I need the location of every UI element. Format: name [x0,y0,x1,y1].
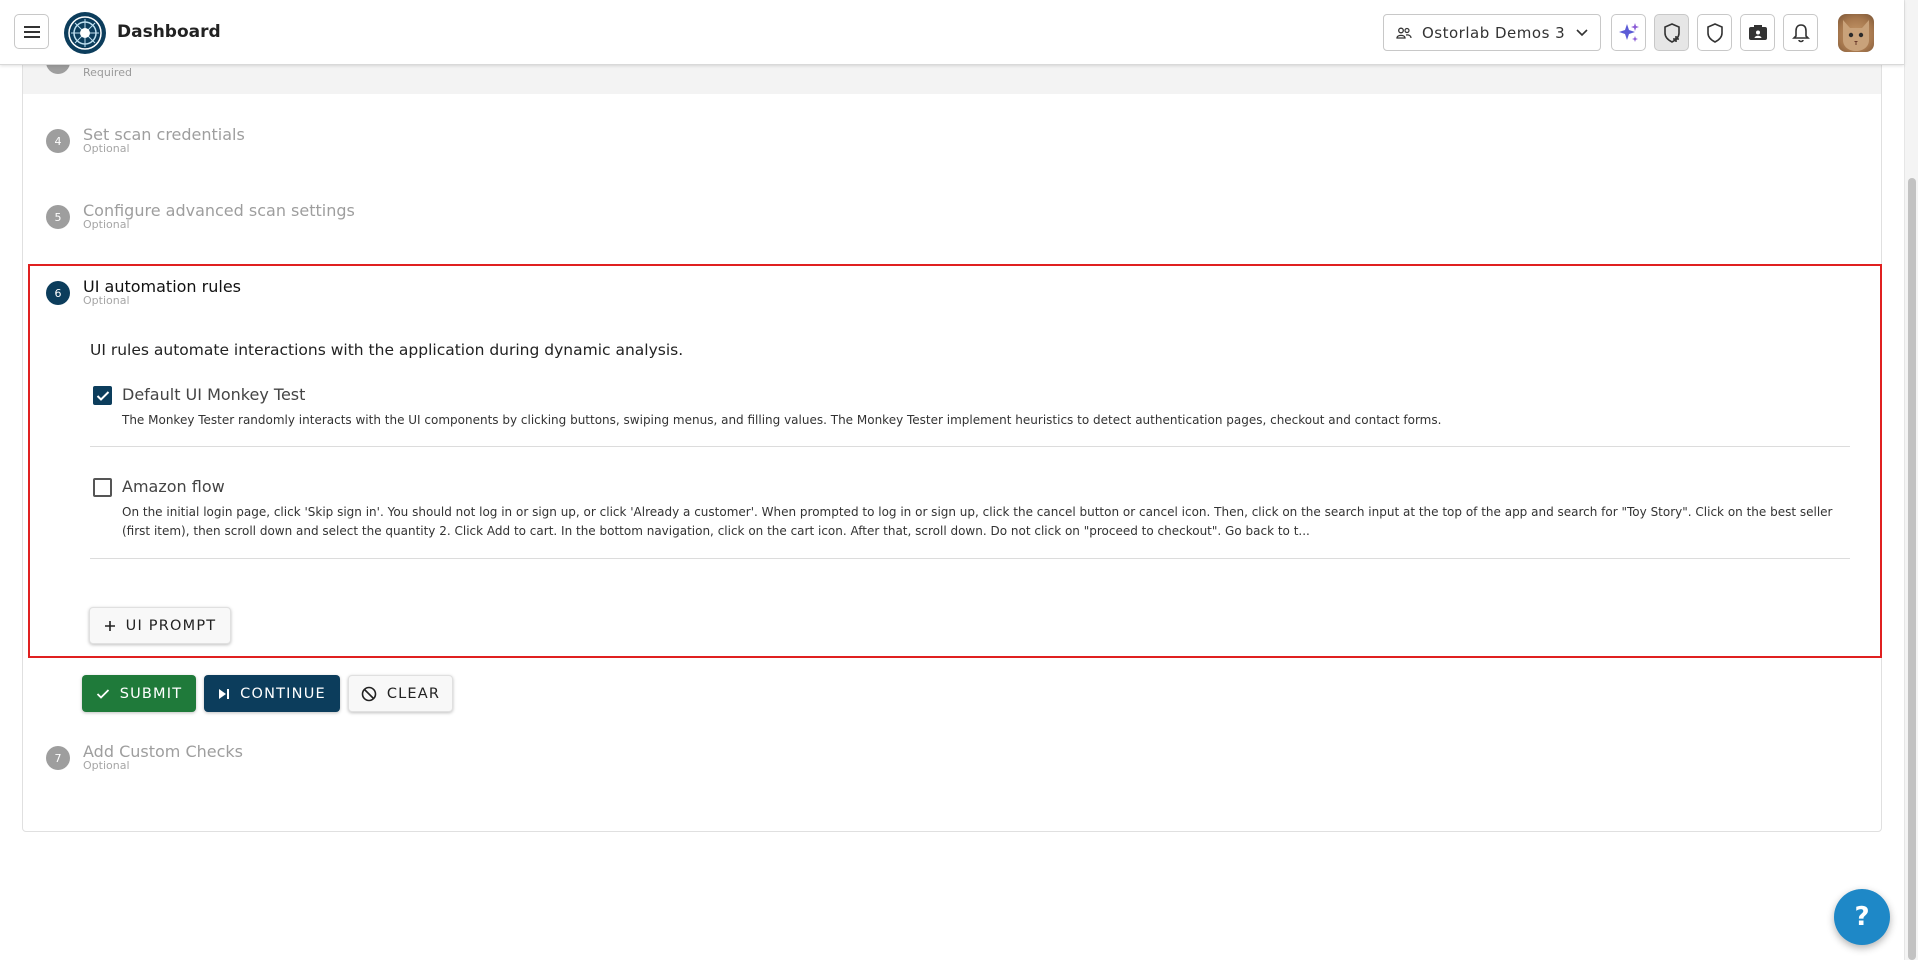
sparkle-icon [1618,22,1639,42]
rule-description: On the initial login page, click 'Skip s… [122,505,1833,538]
logo-icon[interactable] [64,12,106,54]
block-icon [361,686,377,702]
step-number-badge: 7 [46,746,70,770]
step-subtitle: Optional [83,218,130,231]
continue-button[interactable]: CONTINUE [204,675,340,712]
id-card-icon [1748,24,1767,40]
ai-assistant-button[interactable] [1611,14,1646,51]
clear-label: CLEAR [386,685,441,702]
avatar[interactable] [1838,14,1874,52]
check-icon [96,688,110,700]
submit-button[interactable]: SUBMIT [82,675,196,712]
step-number-badge: 4 [46,129,70,153]
menu-button[interactable] [14,14,49,49]
app-title: Dashboard [117,22,221,42]
default-monkey-test-checkbox[interactable] [93,386,112,405]
step-number-badge: 6 [46,281,70,305]
chevron-down-icon [1576,28,1588,37]
amazon-flow-checkbox[interactable] [93,478,112,497]
submit-label: SUBMIT [119,685,183,702]
shield-add-icon [1663,22,1680,43]
rule-title[interactable]: Default UI Monkey Test [122,385,305,404]
shield-icon [1706,22,1723,43]
account-card-button[interactable] [1740,14,1775,51]
step-subtitle: Required [83,66,132,79]
plus-icon [104,620,116,632]
ui-rules-description: UI rules automate interactions with the … [90,341,684,359]
help-button[interactable]: ? [1834,889,1890,945]
rule-title[interactable]: Amazon flow [122,477,225,496]
vertical-scrollbar[interactable] [1904,0,1918,960]
step-subtitle: Optional [83,294,130,307]
continue-label: CONTINUE [240,685,326,702]
new-scan-button[interactable] [1654,14,1689,51]
bell-icon [1791,23,1810,42]
divider [90,446,1850,447]
ui-automation-rules-section [28,264,1882,658]
organization-name: Ostorlab Demos 3 [1422,23,1566,42]
add-ui-prompt-label: UI PROMPT [125,617,217,634]
menu-icon [23,25,40,38]
skip-next-icon [218,688,230,700]
step-subtitle: Optional [83,759,130,772]
clear-button[interactable]: CLEAR [348,675,453,712]
rule-description: The Monkey Tester randomly interacts wit… [122,413,1442,427]
add-ui-prompt-button[interactable]: UI PROMPT [89,607,231,644]
scrollbar-thumb[interactable] [1908,178,1916,960]
top-app-bar: Dashboard Ostorlab Demos 3 [0,0,1904,65]
help-icon: ? [1854,902,1870,932]
step-number-badge: 5 [46,205,70,229]
group-icon [1396,27,1412,39]
notifications-button[interactable] [1783,14,1818,51]
check-icon [96,390,109,401]
divider [90,558,1850,559]
security-button[interactable] [1697,14,1732,51]
organization-select[interactable]: Ostorlab Demos 3 [1383,14,1601,51]
step-subtitle: Optional [83,142,130,155]
